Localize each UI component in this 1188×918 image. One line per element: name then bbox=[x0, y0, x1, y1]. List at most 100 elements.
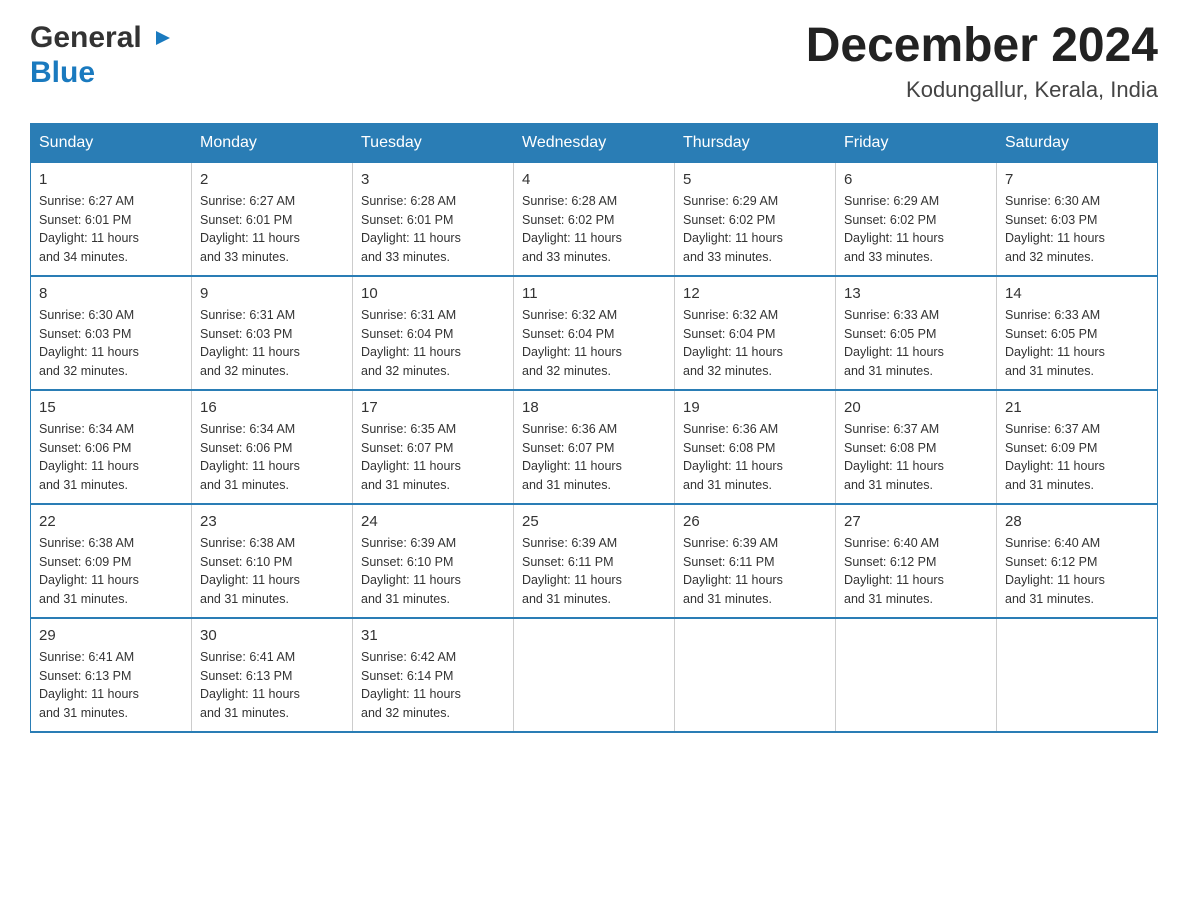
day-number: 13 bbox=[844, 285, 988, 302]
calendar-week-row: 22 Sunrise: 6:38 AMSunset: 6:09 PMDaylig… bbox=[31, 504, 1158, 618]
calendar-cell: 19 Sunrise: 6:36 AMSunset: 6:08 PMDaylig… bbox=[675, 390, 836, 504]
day-number: 10 bbox=[361, 285, 505, 302]
calendar-cell: 22 Sunrise: 6:38 AMSunset: 6:09 PMDaylig… bbox=[31, 504, 192, 618]
calendar-cell: 31 Sunrise: 6:42 AMSunset: 6:14 PMDaylig… bbox=[353, 618, 514, 732]
calendar-week-row: 1 Sunrise: 6:27 AMSunset: 6:01 PMDayligh… bbox=[31, 162, 1158, 276]
day-info: Sunrise: 6:28 AMSunset: 6:01 PMDaylight:… bbox=[361, 192, 505, 267]
calendar-cell bbox=[514, 618, 675, 732]
calendar-cell: 25 Sunrise: 6:39 AMSunset: 6:11 PMDaylig… bbox=[514, 504, 675, 618]
day-number: 11 bbox=[522, 285, 666, 302]
calendar-cell: 6 Sunrise: 6:29 AMSunset: 6:02 PMDayligh… bbox=[836, 162, 997, 276]
day-info: Sunrise: 6:40 AMSunset: 6:12 PMDaylight:… bbox=[844, 534, 988, 609]
day-info: Sunrise: 6:40 AMSunset: 6:12 PMDaylight:… bbox=[1005, 534, 1149, 609]
day-info: Sunrise: 6:30 AMSunset: 6:03 PMDaylight:… bbox=[1005, 192, 1149, 267]
day-number: 27 bbox=[844, 513, 988, 530]
day-info: Sunrise: 6:39 AMSunset: 6:10 PMDaylight:… bbox=[361, 534, 505, 609]
logo-blue: Blue bbox=[30, 56, 95, 89]
day-number: 16 bbox=[200, 399, 344, 416]
page-header: General Blue December 2024 Kodungallur, … bbox=[30, 20, 1158, 103]
calendar-cell: 24 Sunrise: 6:39 AMSunset: 6:10 PMDaylig… bbox=[353, 504, 514, 618]
day-info: Sunrise: 6:31 AMSunset: 6:04 PMDaylight:… bbox=[361, 306, 505, 381]
calendar-cell: 4 Sunrise: 6:28 AMSunset: 6:02 PMDayligh… bbox=[514, 162, 675, 276]
calendar-cell: 7 Sunrise: 6:30 AMSunset: 6:03 PMDayligh… bbox=[997, 162, 1158, 276]
day-number: 21 bbox=[1005, 399, 1149, 416]
day-number: 29 bbox=[39, 627, 183, 644]
calendar-cell: 16 Sunrise: 6:34 AMSunset: 6:06 PMDaylig… bbox=[192, 390, 353, 504]
day-info: Sunrise: 6:33 AMSunset: 6:05 PMDaylight:… bbox=[1005, 306, 1149, 381]
day-info: Sunrise: 6:27 AMSunset: 6:01 PMDaylight:… bbox=[200, 192, 344, 267]
day-info: Sunrise: 6:35 AMSunset: 6:07 PMDaylight:… bbox=[361, 420, 505, 495]
day-info: Sunrise: 6:28 AMSunset: 6:02 PMDaylight:… bbox=[522, 192, 666, 267]
col-friday: Friday bbox=[836, 123, 997, 162]
day-number: 18 bbox=[522, 399, 666, 416]
calendar-week-row: 29 Sunrise: 6:41 AMSunset: 6:13 PMDaylig… bbox=[31, 618, 1158, 732]
calendar-cell: 3 Sunrise: 6:28 AMSunset: 6:01 PMDayligh… bbox=[353, 162, 514, 276]
calendar-cell: 2 Sunrise: 6:27 AMSunset: 6:01 PMDayligh… bbox=[192, 162, 353, 276]
logo-general: General bbox=[30, 21, 142, 54]
day-number: 26 bbox=[683, 513, 827, 530]
location: Kodungallur, Kerala, India bbox=[806, 77, 1158, 103]
col-sunday: Sunday bbox=[31, 123, 192, 162]
day-info: Sunrise: 6:41 AMSunset: 6:13 PMDaylight:… bbox=[200, 648, 344, 723]
header-row: Sunday Monday Tuesday Wednesday Thursday… bbox=[31, 123, 1158, 162]
col-wednesday: Wednesday bbox=[514, 123, 675, 162]
calendar-cell: 5 Sunrise: 6:29 AMSunset: 6:02 PMDayligh… bbox=[675, 162, 836, 276]
calendar-cell: 27 Sunrise: 6:40 AMSunset: 6:12 PMDaylig… bbox=[836, 504, 997, 618]
day-number: 8 bbox=[39, 285, 183, 302]
calendar-cell: 1 Sunrise: 6:27 AMSunset: 6:01 PMDayligh… bbox=[31, 162, 192, 276]
calendar-cell: 13 Sunrise: 6:33 AMSunset: 6:05 PMDaylig… bbox=[836, 276, 997, 390]
day-info: Sunrise: 6:29 AMSunset: 6:02 PMDaylight:… bbox=[683, 192, 827, 267]
col-monday: Monday bbox=[192, 123, 353, 162]
day-info: Sunrise: 6:37 AMSunset: 6:08 PMDaylight:… bbox=[844, 420, 988, 495]
calendar-week-row: 8 Sunrise: 6:30 AMSunset: 6:03 PMDayligh… bbox=[31, 276, 1158, 390]
calendar-table: Sunday Monday Tuesday Wednesday Thursday… bbox=[30, 123, 1158, 733]
calendar-cell: 21 Sunrise: 6:37 AMSunset: 6:09 PMDaylig… bbox=[997, 390, 1158, 504]
day-number: 28 bbox=[1005, 513, 1149, 530]
day-number: 4 bbox=[522, 171, 666, 188]
day-info: Sunrise: 6:34 AMSunset: 6:06 PMDaylight:… bbox=[200, 420, 344, 495]
day-number: 25 bbox=[522, 513, 666, 530]
day-info: Sunrise: 6:39 AMSunset: 6:11 PMDaylight:… bbox=[522, 534, 666, 609]
calendar-cell: 9 Sunrise: 6:31 AMSunset: 6:03 PMDayligh… bbox=[192, 276, 353, 390]
day-info: Sunrise: 6:34 AMSunset: 6:06 PMDaylight:… bbox=[39, 420, 183, 495]
day-number: 6 bbox=[844, 171, 988, 188]
calendar-cell: 15 Sunrise: 6:34 AMSunset: 6:06 PMDaylig… bbox=[31, 390, 192, 504]
calendar-cell bbox=[675, 618, 836, 732]
day-info: Sunrise: 6:32 AMSunset: 6:04 PMDaylight:… bbox=[683, 306, 827, 381]
calendar-cell: 11 Sunrise: 6:32 AMSunset: 6:04 PMDaylig… bbox=[514, 276, 675, 390]
day-number: 30 bbox=[200, 627, 344, 644]
calendar-cell: 12 Sunrise: 6:32 AMSunset: 6:04 PMDaylig… bbox=[675, 276, 836, 390]
calendar-cell: 20 Sunrise: 6:37 AMSunset: 6:08 PMDaylig… bbox=[836, 390, 997, 504]
day-info: Sunrise: 6:27 AMSunset: 6:01 PMDaylight:… bbox=[39, 192, 183, 267]
day-info: Sunrise: 6:29 AMSunset: 6:02 PMDaylight:… bbox=[844, 192, 988, 267]
day-info: Sunrise: 6:30 AMSunset: 6:03 PMDaylight:… bbox=[39, 306, 183, 381]
calendar-cell: 10 Sunrise: 6:31 AMSunset: 6:04 PMDaylig… bbox=[353, 276, 514, 390]
day-info: Sunrise: 6:31 AMSunset: 6:03 PMDaylight:… bbox=[200, 306, 344, 381]
calendar-cell: 28 Sunrise: 6:40 AMSunset: 6:12 PMDaylig… bbox=[997, 504, 1158, 618]
day-number: 14 bbox=[1005, 285, 1149, 302]
day-number: 7 bbox=[1005, 171, 1149, 188]
day-number: 9 bbox=[200, 285, 344, 302]
day-number: 22 bbox=[39, 513, 183, 530]
calendar-cell: 8 Sunrise: 6:30 AMSunset: 6:03 PMDayligh… bbox=[31, 276, 192, 390]
col-tuesday: Tuesday bbox=[353, 123, 514, 162]
calendar-cell bbox=[836, 618, 997, 732]
day-number: 20 bbox=[844, 399, 988, 416]
day-number: 23 bbox=[200, 513, 344, 530]
calendar-cell: 26 Sunrise: 6:39 AMSunset: 6:11 PMDaylig… bbox=[675, 504, 836, 618]
day-number: 3 bbox=[361, 171, 505, 188]
day-info: Sunrise: 6:36 AMSunset: 6:08 PMDaylight:… bbox=[683, 420, 827, 495]
calendar-cell: 29 Sunrise: 6:41 AMSunset: 6:13 PMDaylig… bbox=[31, 618, 192, 732]
calendar-cell bbox=[997, 618, 1158, 732]
calendar-body: 1 Sunrise: 6:27 AMSunset: 6:01 PMDayligh… bbox=[31, 162, 1158, 732]
month-title: December 2024 bbox=[806, 20, 1158, 73]
col-saturday: Saturday bbox=[997, 123, 1158, 162]
day-info: Sunrise: 6:39 AMSunset: 6:11 PMDaylight:… bbox=[683, 534, 827, 609]
logo: General Blue bbox=[30, 20, 154, 90]
day-info: Sunrise: 6:36 AMSunset: 6:07 PMDaylight:… bbox=[522, 420, 666, 495]
day-info: Sunrise: 6:42 AMSunset: 6:14 PMDaylight:… bbox=[361, 648, 505, 723]
day-number: 5 bbox=[683, 171, 827, 188]
calendar-cell: 30 Sunrise: 6:41 AMSunset: 6:13 PMDaylig… bbox=[192, 618, 353, 732]
day-info: Sunrise: 6:41 AMSunset: 6:13 PMDaylight:… bbox=[39, 648, 183, 723]
calendar-cell: 17 Sunrise: 6:35 AMSunset: 6:07 PMDaylig… bbox=[353, 390, 514, 504]
